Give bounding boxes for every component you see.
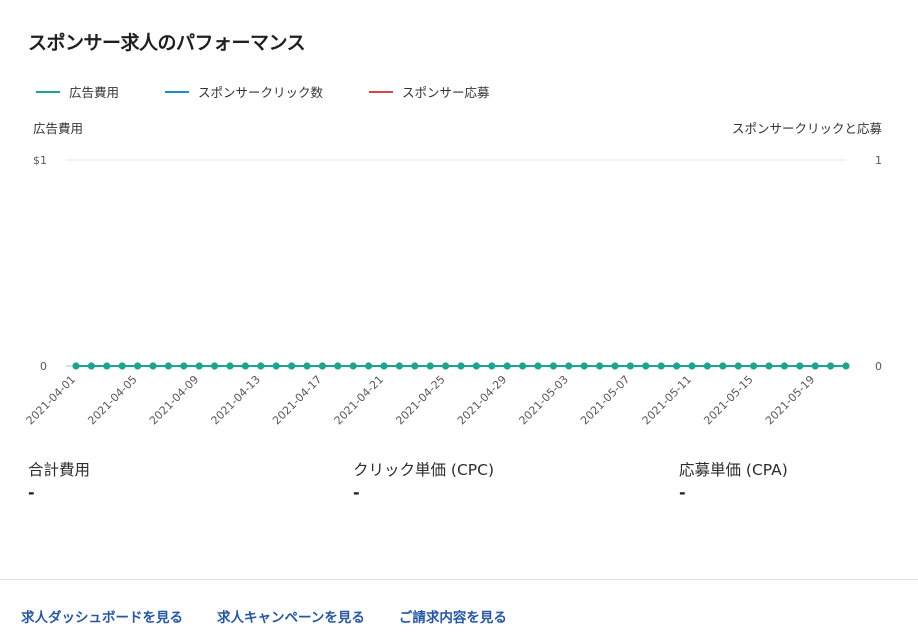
data-point (72, 362, 80, 370)
data-point (134, 362, 142, 370)
x-tick-label: 2021-04-21 (332, 373, 386, 427)
data-point (811, 362, 819, 370)
billing-details-link[interactable]: ご請求内容を見る (399, 606, 507, 626)
data-point (411, 362, 419, 370)
performance-chart: 0 0$1 12021-04-01 2021-04-05 2021-04-09 2021-… (24, 154, 882, 427)
footer-links: 求人ダッシュボードを見る 求人キャンペーンを見る ご請求内容を見る (21, 606, 541, 626)
data-point (180, 362, 188, 370)
metric-cpa-label: 応募単価 (CPA) (679, 461, 788, 479)
legend-label-sponsor-applies: スポンサー応募 (402, 85, 490, 100)
y-left-tick-label: $1 (33, 154, 47, 167)
data-point (303, 362, 311, 370)
job-campaigns-link[interactable]: 求人キャンペーンを見る (217, 606, 365, 626)
data-point (827, 362, 835, 370)
data-point (765, 362, 773, 370)
y-axis-left-title: 広告費用 (33, 121, 84, 136)
metrics-row: 合計費用 - クリック単価 (CPC) - 応募単価 (CPA) - (0, 458, 918, 518)
y-left-tick-label: 0 (40, 360, 47, 373)
data-point (257, 362, 265, 370)
data-point (719, 362, 727, 370)
data-point (334, 362, 342, 370)
data-point (272, 362, 280, 370)
footer-divider (0, 579, 918, 580)
data-point (611, 362, 619, 370)
x-tick-label: 2021-05-03 (517, 373, 571, 427)
data-point (349, 362, 357, 370)
data-point (657, 362, 665, 370)
metric-cpc: クリック単価 (CPC) - (353, 458, 494, 502)
x-tick-label: 2021-04-13 (209, 373, 263, 427)
data-point (118, 362, 126, 370)
data-point (149, 362, 157, 370)
legend-label-sponsor-clicks: スポンサークリック数 (198, 85, 324, 100)
metric-total-cost-value: - (28, 483, 35, 502)
job-dashboard-link[interactable]: 求人ダッシュボードを見る (21, 606, 183, 626)
page-title: スポンサー求人のパフォーマンス (28, 32, 306, 54)
data-point (472, 362, 480, 370)
data-point (365, 362, 373, 370)
y-axis-right-title: スポンサークリックと応募 (731, 121, 882, 136)
y-right-tick-label: 1 (875, 154, 882, 167)
data-point (488, 362, 496, 370)
data-point (226, 362, 234, 370)
metric-total-cost-label: 合計費用 (28, 461, 91, 479)
data-point (534, 362, 542, 370)
data-point (211, 362, 219, 370)
data-point (780, 362, 789, 370)
data-point (164, 362, 172, 370)
x-tick-label: 2021-05-07 (578, 373, 632, 427)
data-point (642, 362, 650, 370)
data-point (703, 362, 712, 370)
metric-cpc-value: - (353, 483, 360, 502)
data-point (580, 362, 588, 370)
metric-cpa-value: - (679, 483, 686, 502)
data-point (688, 362, 696, 370)
data-point (750, 362, 758, 370)
data-point (195, 362, 203, 370)
x-tick-label: 2021-04-01 (24, 373, 78, 427)
data-point (103, 362, 111, 370)
data-point (673, 362, 681, 370)
data-point (565, 362, 573, 370)
x-tick-label: 2021-04-29 (455, 373, 509, 427)
data-point (241, 362, 249, 370)
x-tick-label: 2021-04-25 (393, 373, 447, 427)
data-point (380, 362, 388, 370)
legend-swatch-sponsor-clicks (165, 90, 190, 93)
x-tick-label: 2021-04-17 (270, 373, 324, 427)
legend-item-ad-cost[interactable]: 広告費用 (36, 82, 119, 101)
x-tick-label: 2021-04-09 (147, 373, 201, 427)
x-tick-label: 2021-04-05 (85, 373, 139, 427)
metric-cpc-label: クリック単価 (CPC) (353, 461, 495, 479)
chart-legend: 広告費用 スポンサークリック数 スポンサー応募 (36, 82, 536, 101)
legend-item-sponsor-clicks[interactable]: スポンサークリック数 (165, 82, 323, 101)
data-point (626, 362, 635, 370)
legend-swatch-ad-cost (36, 90, 60, 93)
data-point (596, 362, 604, 370)
data-point (395, 362, 403, 370)
data-point (426, 362, 434, 370)
data-point (503, 362, 511, 370)
data-point (318, 362, 326, 370)
metric-total-cost: 合計費用 - (28, 458, 90, 502)
data-point (796, 362, 804, 370)
x-tick-label: 2021-05-11 (640, 373, 694, 427)
x-tick-label: 2021-05-15 (701, 373, 755, 427)
x-tick-label: 2021-05-19 (763, 373, 817, 427)
data-point (442, 362, 450, 370)
data-point (549, 362, 558, 370)
data-point (734, 362, 742, 370)
data-point (457, 362, 465, 370)
data-point (87, 362, 95, 370)
data-point (519, 362, 527, 370)
legend-swatch-sponsor-applies (369, 90, 394, 93)
data-point (288, 362, 296, 370)
metric-cpa: 応募単価 (CPA) - (679, 458, 788, 502)
data-point (842, 362, 850, 370)
y-right-tick-label: 0 (875, 360, 882, 373)
legend-label-ad-cost: 広告費用 (69, 85, 120, 100)
legend-item-sponsor-applies[interactable]: スポンサー応募 (369, 82, 490, 101)
